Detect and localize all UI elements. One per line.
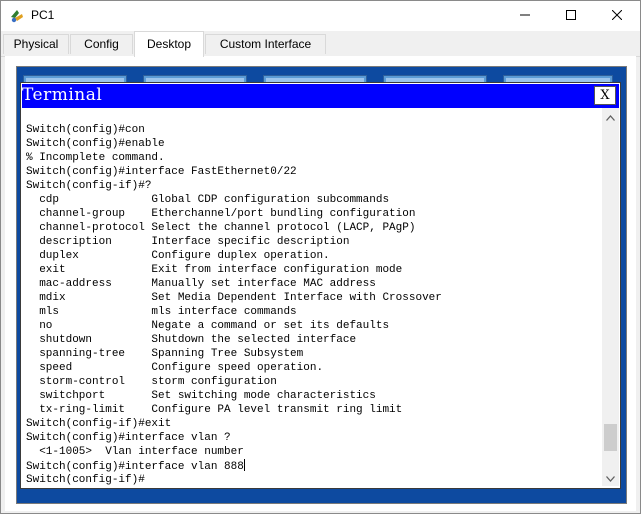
window-title: PC1 bbox=[31, 8, 55, 22]
terminal-line: mac-address Manually set interface MAC a… bbox=[26, 278, 376, 290]
maximize-icon bbox=[566, 7, 576, 25]
terminal-line: speed Configure speed operation. bbox=[26, 362, 324, 374]
scroll-up-button[interactable] bbox=[602, 108, 619, 125]
terminal-line: channel-group Etherchannel/port bundling… bbox=[26, 208, 416, 220]
terminal-line: switchport Set switching mode characteri… bbox=[26, 390, 376, 402]
terminal-line: Switch(config)#con bbox=[26, 124, 145, 136]
terminal-close-button[interactable]: X bbox=[594, 86, 616, 105]
close-icon bbox=[611, 7, 623, 25]
terminal-lines: Switch(config)#con Switch(config)#enable%… bbox=[26, 123, 600, 485]
terminal-line: Switch(config-if)#? bbox=[26, 180, 152, 192]
terminal-line: Switch(config)#enable bbox=[26, 138, 165, 150]
terminal-line: exit Exit from interface configuration m… bbox=[26, 264, 403, 276]
terminal-line: description Interface specific descripti… bbox=[26, 236, 350, 248]
terminal-line: <1-1005> Vlan interface number bbox=[26, 446, 244, 458]
title-bar[interactable]: PC1 bbox=[1, 1, 640, 31]
terminal-window: Terminal X Switch(config)#con Switch(conf… bbox=[20, 82, 621, 489]
minimize-button[interactable] bbox=[502, 1, 548, 31]
terminal-line: mls mls interface commands bbox=[26, 306, 297, 318]
terminal-line: shutdown Shutdown the selected interface bbox=[26, 334, 357, 346]
terminal-line: no Negate a command or set its defaults bbox=[26, 320, 390, 332]
terminal-line: Switch(config)#interface vlan 888 bbox=[26, 459, 245, 473]
tab-custom-interface[interactable]: Custom Interface bbox=[205, 34, 326, 54]
terminal-line: Switch(config)#interface vlan ? bbox=[26, 432, 231, 444]
scroll-thumb[interactable] bbox=[604, 424, 617, 451]
vertical-scrollbar[interactable] bbox=[602, 108, 619, 486]
terminal-line: duplex Configure duplex operation. bbox=[26, 250, 330, 262]
terminal-line: Switch(config-if)# bbox=[26, 474, 145, 485]
chevron-up-icon bbox=[606, 108, 615, 126]
terminal-line: spanning-tree Spanning Tree Subsystem bbox=[26, 348, 304, 360]
terminal-line: Switch(config)#interface FastEthernet0/2… bbox=[26, 166, 297, 178]
tab-config[interactable]: Config bbox=[70, 34, 133, 54]
terminal-output[interactable]: Switch(config)#con Switch(config)#enable%… bbox=[26, 123, 600, 485]
tab-physical[interactable]: Physical bbox=[3, 34, 69, 54]
terminal-line: storm-control storm configuration bbox=[26, 376, 277, 388]
text-cursor bbox=[243, 459, 245, 471]
terminal-line: mdix Set Media Dependent Interface with … bbox=[26, 292, 442, 304]
terminal-title: Terminal bbox=[22, 85, 103, 105]
terminal-line: cdp Global CDP configuration subcommands bbox=[26, 194, 390, 206]
tab-bar: Physical Config Desktop Custom Interface bbox=[1, 31, 640, 57]
terminal-line: tx-ring-limit Configure PA level transmi… bbox=[26, 404, 403, 416]
scroll-down-button[interactable] bbox=[602, 469, 619, 486]
terminal-line: Switch(config-if)#exit bbox=[26, 418, 172, 430]
tab-desktop[interactable]: Desktop bbox=[134, 31, 204, 57]
chevron-down-icon bbox=[606, 469, 615, 487]
terminal-line: % Incomplete command. bbox=[26, 152, 165, 164]
minimize-icon bbox=[520, 7, 530, 25]
terminal-header: Terminal X bbox=[22, 84, 619, 108]
close-button[interactable] bbox=[594, 1, 640, 31]
terminal-line: channel-protocol Select the channel prot… bbox=[26, 222, 416, 234]
maximize-button[interactable] bbox=[548, 1, 594, 31]
packet-tracer-icon bbox=[9, 8, 25, 24]
app-window: PC1 Physical Config Desktop Custom Inter… bbox=[0, 0, 641, 514]
